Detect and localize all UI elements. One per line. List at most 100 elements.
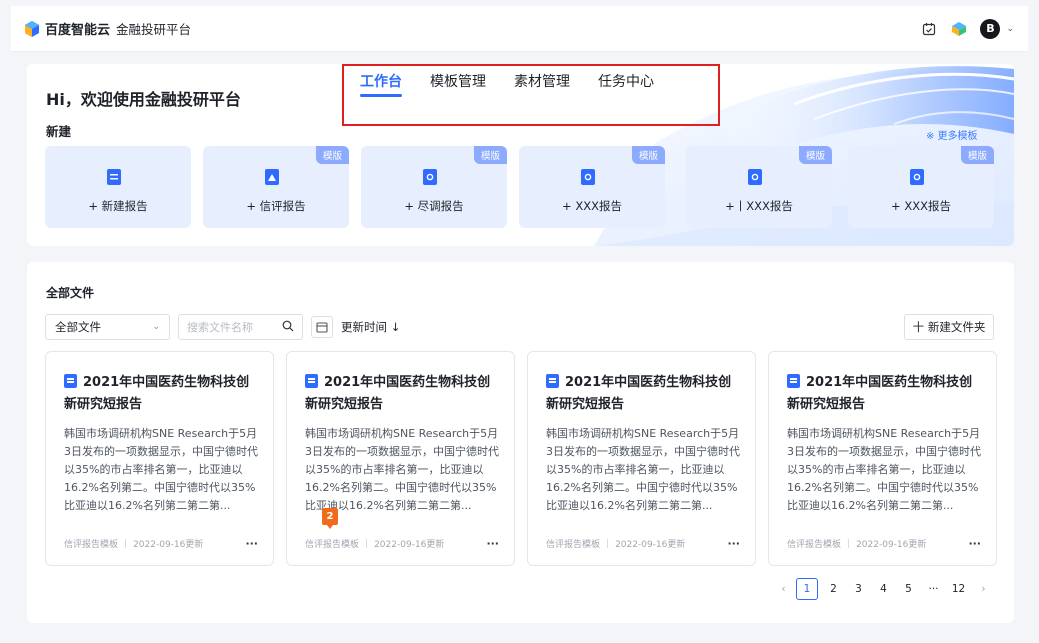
next-page-button[interactable]: › <box>971 578 996 600</box>
files-title: 全部文件 <box>46 286 95 300</box>
divider: | <box>606 538 610 549</box>
file-card-title: 2021年中国医药生物科技创新研究短报告 <box>64 372 258 416</box>
document-search-icon <box>581 169 595 185</box>
main-nav-tabs: 工作台 模板管理 素材管理 任务中心 <box>360 71 654 97</box>
new-card-blank[interactable]: + 新建报告 <box>45 146 191 228</box>
document-icon <box>64 374 77 388</box>
document-search-icon <box>748 169 762 185</box>
divider: | <box>124 538 128 549</box>
prev-page-button[interactable]: ‹ <box>771 578 796 600</box>
file-card[interactable]: 2021年中国医药生物科技创新研究短报告 韩国市场调研机构SNE Researc… <box>45 351 274 566</box>
file-card-title: 2021年中国医药生物科技创新研究短报告 <box>787 372 981 416</box>
more-options-icon[interactable]: ··· <box>968 537 981 550</box>
template-tag: 模版 <box>473 146 507 164</box>
page-1-button[interactable]: 1 <box>796 578 818 600</box>
update-date: 2022-09-16更新 <box>374 540 445 550</box>
page-3-button[interactable]: 3 <box>846 578 871 600</box>
file-card[interactable]: 2021年中国医药生物科技创新研究短报告 韩国市场调研机构SNE Researc… <box>527 351 756 566</box>
file-card-footer: 信评报告模板 | 2022-09-16更新 ··· <box>305 537 499 550</box>
new-card-label: + XXX报告 <box>562 199 622 213</box>
document-icon <box>787 374 800 388</box>
file-card-footer: 信评报告模板 | 2022-09-16更新 ··· <box>64 537 258 550</box>
file-card-title: 2021年中国医药生物科技创新研究短报告 <box>305 372 499 416</box>
new-card-xxx-report-1[interactable]: 模版 + XXX报告 <box>519 146 665 228</box>
pagination: ‹ 1 2 3 4 5 ··· 12 › <box>771 578 996 600</box>
template-name: 信评报告模板 <box>787 540 842 550</box>
document-icon <box>305 374 318 388</box>
brand-name: 百度智能云 <box>45 23 111 38</box>
document-search-icon <box>910 169 924 185</box>
file-card-footer: 信评报告模板 | 2022-09-16更新 ··· <box>787 537 981 550</box>
sort-by-update-time[interactable]: 更新时间 ↓ <box>341 319 400 335</box>
chevron-down-icon: ⌄ <box>152 322 160 332</box>
app-cube-icon[interactable] <box>950 20 968 38</box>
update-date: 2022-09-16更新 <box>615 540 686 550</box>
more-options-icon[interactable]: ··· <box>727 537 740 550</box>
top-bar: 百度智能云 金融投研平台 B ⌄ <box>11 6 1028 52</box>
new-card-label: + 尽调报告 <box>404 199 464 213</box>
calendar-icon[interactable] <box>311 316 333 338</box>
brand-subtitle: 金融投研平台 <box>116 22 192 37</box>
file-title-text: 2021年中国医药生物科技创新研究短报告 <box>305 375 491 412</box>
divider: | <box>365 538 369 549</box>
chevron-down-icon[interactable]: ⌄ <box>1006 24 1014 34</box>
new-card-xxx-report-2[interactable]: 模版 +丨XXX报告 <box>686 146 832 228</box>
template-name: 信评报告模板 <box>305 540 360 550</box>
more-options-icon[interactable]: ··· <box>245 537 258 550</box>
template-tag: 模版 <box>631 146 665 164</box>
document-search-icon <box>423 169 437 185</box>
document-icon <box>546 374 559 388</box>
template-tag: 模版 <box>960 146 994 164</box>
file-card-summary: 韩国市场调研机构SNE Research于5月3日发布的一项数据显示，中国宁德时… <box>787 427 981 512</box>
page-4-button[interactable]: 4 <box>871 578 896 600</box>
new-card-label: + 信评报告 <box>246 199 306 213</box>
file-card[interactable]: 2021年中国医药生物科技创新研究短报告 韩国市场调研机构SNE Researc… <box>286 351 515 566</box>
file-card-summary: 韩国市场调研机构SNE Research于5月3日发布的一项数据显示，中国宁德时… <box>546 427 740 512</box>
new-card-label: + XXX报告 <box>891 199 951 213</box>
tab-task-center[interactable]: 任务中心 <box>598 71 654 97</box>
template-tag: 模版 <box>315 146 349 164</box>
file-card-title: 2021年中国医药生物科技创新研究短报告 <box>546 372 740 416</box>
more-options-icon[interactable]: ··· <box>486 537 499 550</box>
new-card-label: + 新建报告 <box>88 199 148 213</box>
file-card[interactable]: 2021年中国医药生物科技创新研究短报告 韩国市场调研机构SNE Researc… <box>768 351 997 566</box>
new-section-label: 新建 <box>46 124 72 139</box>
brand[interactable]: 百度智能云 金融投研平台 <box>25 19 191 38</box>
tab-workbench[interactable]: 工作台 <box>360 71 402 97</box>
file-search-box[interactable] <box>178 314 303 340</box>
new-folder-button[interactable]: 十 新建文件夹 <box>904 314 994 340</box>
file-title-text: 2021年中国医药生物科技创新研究短报告 <box>64 375 250 412</box>
new-card-label: +丨XXX报告 <box>725 199 793 213</box>
template-tag: 模版 <box>798 146 832 164</box>
page-2-button[interactable]: 2 <box>821 578 846 600</box>
file-card-footer: 信评报告模板 | 2022-09-16更新 ··· <box>546 537 740 550</box>
greeting-heading: Hi，欢迎使用金融投研平台 <box>46 90 241 109</box>
user-avatar[interactable]: B <box>980 18 1001 39</box>
file-type-select[interactable]: 全部文件 ⌄ <box>45 314 170 340</box>
tab-template-management[interactable]: 模板管理 <box>430 71 486 97</box>
tab-material-management[interactable]: 素材管理 <box>514 71 570 97</box>
file-search-input[interactable] <box>187 320 277 334</box>
step-marker-badge: 2 <box>322 508 338 529</box>
file-type-value: 全部文件 <box>55 320 101 334</box>
file-card-summary: 韩国市场调研机构SNE Research于5月3日发布的一项数据显示，中国宁德时… <box>305 427 499 512</box>
document-a-icon <box>265 169 279 185</box>
template-name: 信评报告模板 <box>64 540 119 550</box>
document-icon <box>107 169 121 185</box>
new-card-due-diligence-report[interactable]: 模版 + 尽调报告 <box>361 146 507 228</box>
search-icon[interactable] <box>282 320 294 335</box>
update-date: 2022-09-16更新 <box>133 540 204 550</box>
page-ellipsis[interactable]: ··· <box>921 578 946 600</box>
file-filter-bar: 全部文件 ⌄ 更新时间 ↓ <box>45 314 400 340</box>
calendar-check-icon[interactable] <box>920 20 938 38</box>
page-5-button[interactable]: 5 <box>896 578 921 600</box>
divider: | <box>847 538 851 549</box>
page-12-button[interactable]: 12 <box>946 578 971 600</box>
new-card-credit-report[interactable]: 模版 + 信评报告 <box>203 146 349 228</box>
all-files-panel: 全部文件 全部文件 ⌄ 更新时间 ↓ 十 新建文件夹 2021年中国医药生物科技… <box>27 262 1014 623</box>
new-card-xxx-report-3[interactable]: 模版 + XXX报告 <box>848 146 994 228</box>
update-date: 2022-09-16更新 <box>856 540 927 550</box>
template-name: 信评报告模板 <box>546 540 601 550</box>
brand-logo-icon <box>25 20 39 37</box>
more-templates-link[interactable]: ※ 更多模板 <box>926 127 978 142</box>
